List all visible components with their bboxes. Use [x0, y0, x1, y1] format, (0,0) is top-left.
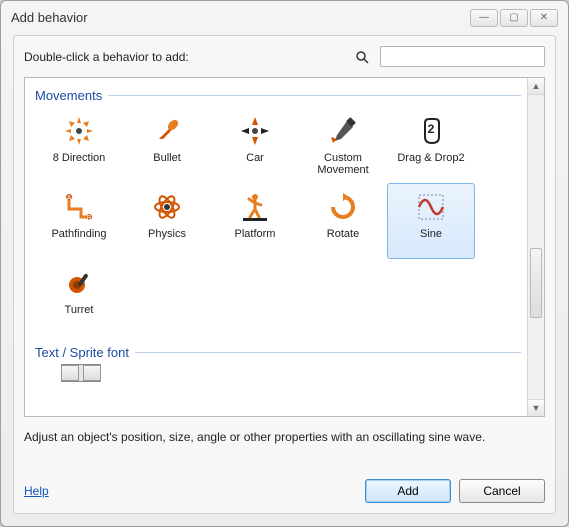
item-label: Turret: [65, 304, 94, 316]
dialog-content: Double-click a behavior to add: Movement…: [13, 35, 556, 514]
scroll-down-icon[interactable]: ▼: [528, 399, 544, 416]
scroll-up-icon[interactable]: ▲: [528, 78, 544, 95]
divider: [135, 352, 521, 353]
item-label: Custom Movement: [300, 152, 386, 176]
item-platform[interactable]: Platform: [211, 183, 299, 259]
item-label: Rotate: [327, 228, 359, 240]
search-icon: [354, 49, 370, 65]
svg-text:2: 2: [428, 122, 435, 136]
category-grid-movements: 8 Direction Bullet: [35, 107, 521, 335]
add-button[interactable]: Add: [365, 479, 451, 503]
scroll-thumb[interactable]: [530, 248, 542, 318]
drag-drop-icon: 2: [414, 114, 448, 148]
cancel-button[interactable]: Cancel: [459, 479, 545, 503]
item-label: Drag & Drop2: [397, 152, 464, 164]
svg-text:A: A: [67, 195, 72, 202]
custom-movement-icon: [326, 114, 360, 148]
item-pathfinding[interactable]: A B Pathfinding: [35, 183, 123, 259]
dialog-window: Add behavior — ▢ ✕ Double-click a behavi…: [0, 0, 569, 527]
car-icon: [238, 114, 272, 148]
category-header-movements: Movements: [35, 88, 521, 103]
category-header-text-sprite-font: Text / Sprite font: [35, 345, 521, 360]
item-rotate[interactable]: Rotate: [299, 183, 387, 259]
item-label: 8 Direction: [53, 152, 106, 164]
search-input[interactable]: [380, 46, 545, 67]
item-label: Pathfinding: [51, 228, 106, 240]
item-bullet[interactable]: Bullet: [123, 107, 211, 183]
item-label: Bullet: [153, 152, 181, 164]
help-link[interactable]: Help: [24, 484, 49, 498]
item-physics[interactable]: Physics: [123, 183, 211, 259]
item-turret[interactable]: Turret: [35, 259, 123, 335]
behavior-list-panel: Movements: [24, 77, 545, 417]
instruction-label: Double-click a behavior to add:: [24, 50, 189, 64]
item-car[interactable]: Car: [211, 107, 299, 183]
category-title: Text / Sprite font: [35, 345, 129, 360]
platform-icon: [238, 190, 272, 224]
item-label: Sine: [420, 228, 442, 240]
item-sine[interactable]: Sine: [387, 183, 475, 259]
svg-text:B: B: [87, 215, 92, 222]
eight-direction-icon: [62, 114, 96, 148]
bullet-icon: [150, 114, 184, 148]
footer: Help Add Cancel: [24, 479, 545, 503]
category-title: Movements: [35, 88, 102, 103]
minimize-button[interactable]: —: [470, 9, 498, 27]
behavior-list: Movements: [25, 78, 527, 416]
sprite-font-thumb[interactable]: [61, 364, 101, 382]
turret-icon: [62, 266, 96, 300]
item-label: Car: [246, 152, 264, 164]
titlebar: Add behavior — ▢ ✕: [1, 1, 568, 29]
rotate-icon: [326, 190, 360, 224]
divider: [108, 95, 521, 96]
scrollbar[interactable]: ▲ ▼: [527, 78, 544, 416]
pathfinding-icon: A B: [62, 190, 96, 224]
top-row: Double-click a behavior to add:: [14, 36, 555, 73]
window-title: Add behavior: [11, 10, 88, 25]
sine-icon: [414, 190, 448, 224]
item-custom-movement[interactable]: Custom Movement: [299, 107, 387, 183]
physics-icon: [150, 190, 184, 224]
item-drag-drop[interactable]: 2 Drag & Drop2: [387, 107, 475, 183]
item-label: Platform: [235, 228, 276, 240]
close-button[interactable]: ✕: [530, 9, 558, 27]
item-8-direction[interactable]: 8 Direction: [35, 107, 123, 183]
description-text: Adjust an object's position, size, angle…: [24, 430, 545, 444]
item-label: Physics: [148, 228, 186, 240]
maximize-button[interactable]: ▢: [500, 9, 528, 27]
